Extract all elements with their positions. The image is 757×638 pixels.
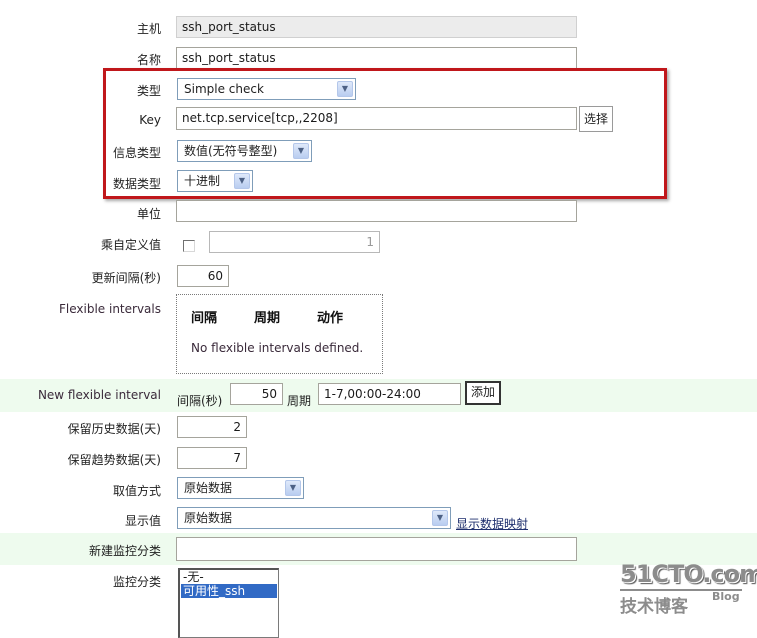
units-field[interactable] [176, 200, 577, 222]
history-label: 保留历史数据(天) [67, 422, 161, 436]
column-header-period: 周期 [254, 311, 281, 326]
new-flexible-interval-label: New flexible interval [37, 388, 161, 402]
update-interval-label: 更新间隔(秒) [91, 271, 161, 285]
application-option-ssh[interactable]: 可用性_ssh [181, 584, 277, 598]
highlight-annotation-box [103, 68, 667, 199]
new-interval-field[interactable]: 50 [230, 383, 283, 405]
chevron-down-icon: ▼ [432, 510, 448, 526]
flexible-intervals-empty-text: No flexible intervals defined. [191, 341, 364, 355]
trends-label: 保留趋势数据(天) [67, 453, 161, 467]
new-application-field[interactable] [176, 537, 577, 561]
watermark-sub-text: 技术博客 [620, 597, 688, 617]
new-period-label: 周期 [287, 394, 312, 408]
update-interval-field[interactable]: 60 [177, 265, 229, 287]
host-field: ssh_port_status [176, 16, 577, 38]
add-flexible-interval-button[interactable]: 添加 [465, 381, 502, 405]
store-value-label: 取值方式 [112, 484, 161, 498]
store-value-select[interactable]: 原始数据 ▼ [177, 477, 304, 499]
applications-listbox[interactable]: -无- 可用性_ssh [178, 568, 279, 638]
show-value-select[interactable]: 原始数据 ▼ [177, 507, 451, 529]
flexible-intervals-label: Flexible intervals [59, 302, 161, 316]
history-field[interactable]: 2 [177, 416, 247, 438]
show-value-mapping-link[interactable]: 显示数据映射 [456, 515, 528, 532]
multiplier-field: 1 [209, 231, 380, 253]
new-application-label: 新建监控分类 [88, 544, 161, 558]
show-value-label: 显示值 [124, 514, 161, 528]
multiplier-checkbox[interactable] [183, 240, 195, 252]
new-interval-label: 间隔(秒) [177, 394, 223, 408]
name-field[interactable]: ssh_port_status [176, 47, 577, 69]
flexible-intervals-table: 间隔 周期 动作 No flexible intervals defined. [176, 294, 383, 374]
name-label: 名称 [136, 53, 161, 67]
column-header-interval: 间隔 [191, 311, 218, 326]
watermark-main-text: 51CTO.com [620, 560, 757, 588]
application-option-none[interactable]: -无- [181, 570, 277, 584]
chevron-down-icon: ▼ [285, 480, 301, 496]
trends-field[interactable]: 7 [177, 447, 247, 469]
column-header-action: 动作 [317, 311, 344, 326]
store-value-select-value: 原始数据 [184, 481, 233, 495]
show-value-select-value: 原始数据 [184, 511, 233, 525]
host-label: 主机 [136, 22, 161, 36]
units-label: 单位 [136, 207, 161, 221]
new-period-field[interactable]: 1-7,00:00-24:00 [318, 383, 461, 405]
multiplier-label: 乘自定义值 [100, 238, 161, 252]
watermark-logo: 51CTO.com 技术博客 Blog [618, 560, 757, 620]
applications-label: 监控分类 [112, 575, 161, 589]
watermark-blog-text: Blog [712, 590, 740, 603]
